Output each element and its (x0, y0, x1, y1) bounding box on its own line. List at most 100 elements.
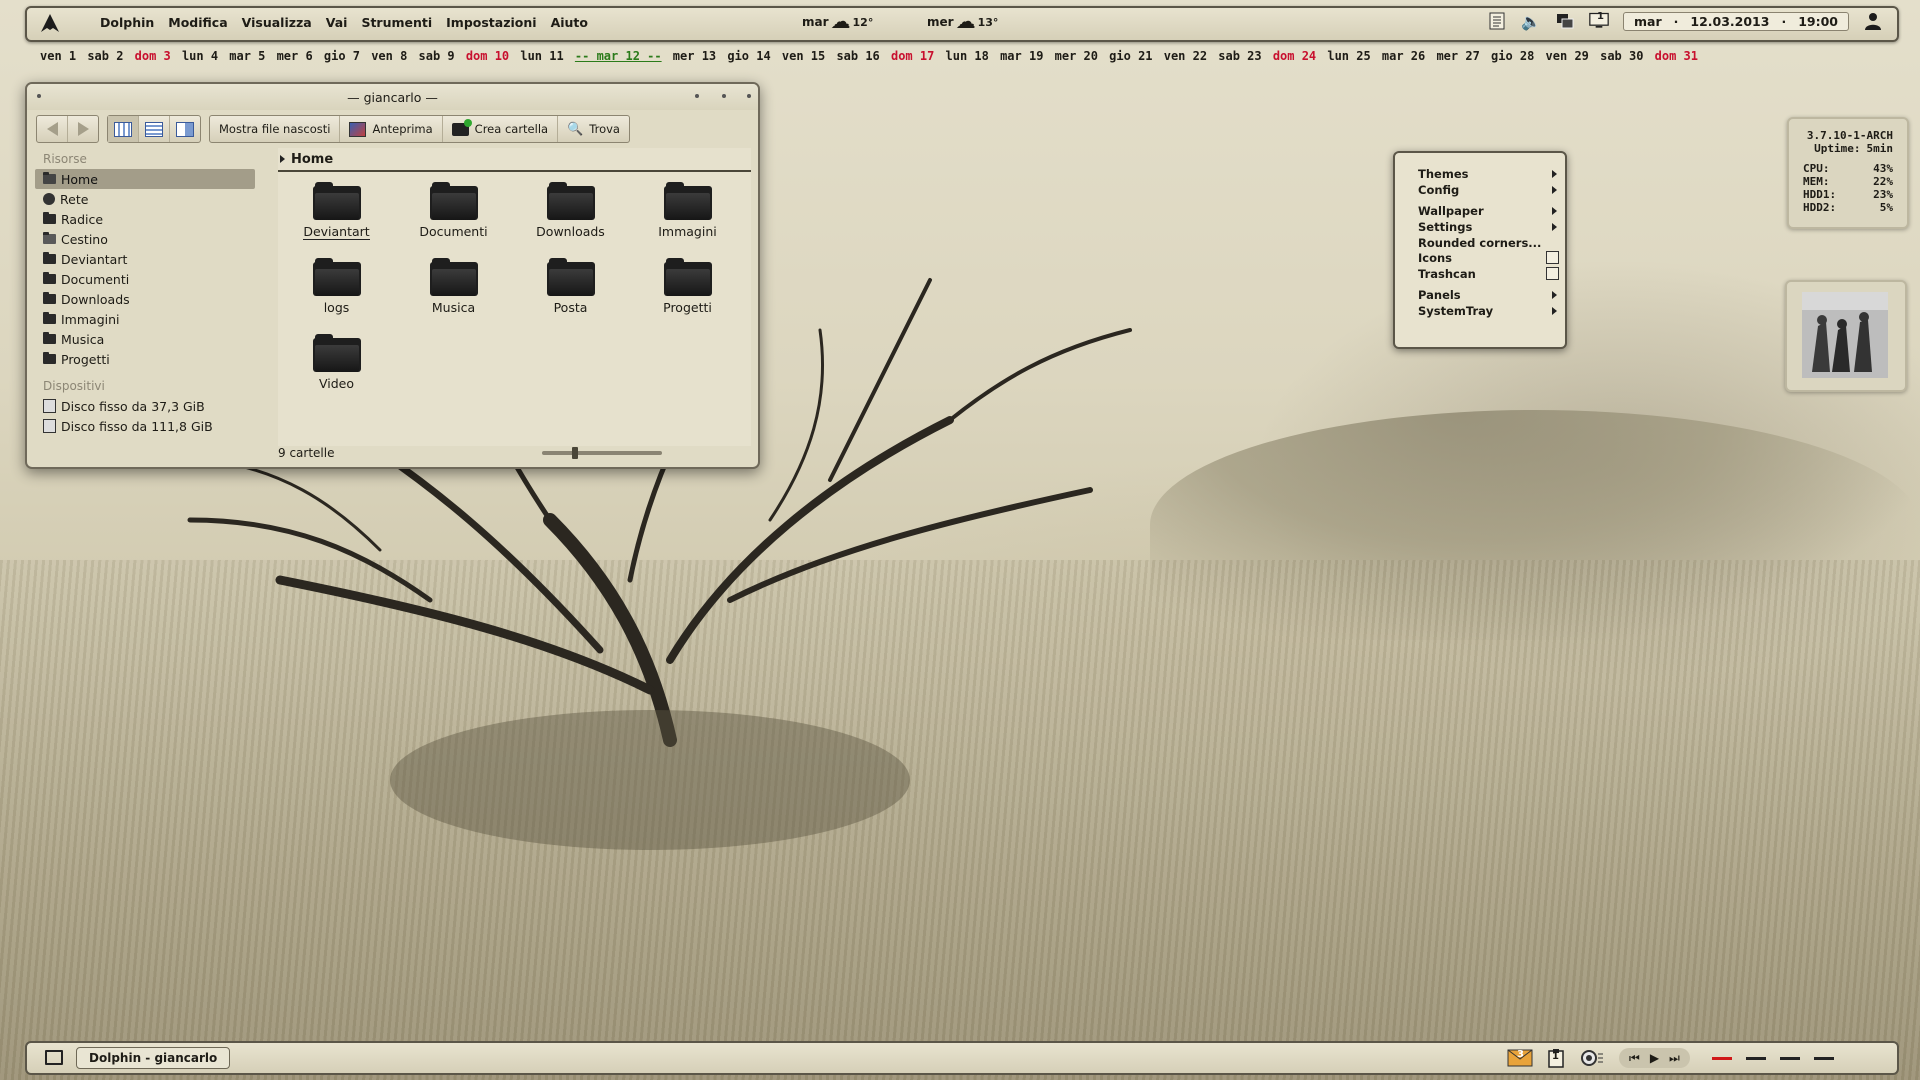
checkbox[interactable] (1546, 267, 1559, 280)
show-hidden-files-button[interactable]: Mostra file nascosti (210, 116, 341, 142)
device-disk-1[interactable]: Disco fisso da 37,3 GiB (35, 396, 273, 416)
menu-item-wallpaper[interactable]: Wallpaper (1395, 202, 1565, 218)
place-trash[interactable]: Cestino (35, 229, 273, 249)
calendar-day[interactable]: sab 16 (836, 49, 879, 63)
menu-item-config[interactable]: Config (1395, 181, 1565, 197)
forward-button[interactable] (68, 116, 98, 142)
windows-icon[interactable] (1555, 11, 1575, 31)
place-root[interactable]: Radice (35, 209, 273, 229)
place-network[interactable]: Rete (35, 189, 273, 209)
find-button[interactable]: 🔍 Trova (558, 116, 629, 142)
menu-impostazioni[interactable]: Impostazioni (439, 15, 543, 30)
calendar-day[interactable]: sab 2 (87, 49, 123, 63)
icons-view-button[interactable] (108, 116, 139, 142)
arch-launcher-icon[interactable] (39, 12, 61, 34)
details-view-button[interactable] (139, 116, 170, 142)
calendar-day[interactable]: lun 11 (520, 49, 563, 63)
folder-item[interactable]: logs (278, 254, 395, 324)
menu-item-icons[interactable]: Icons (1395, 249, 1565, 265)
place-documenti[interactable]: Documenti (35, 269, 273, 289)
calendar-day[interactable]: ven 1 (40, 49, 76, 63)
desktop-pager-icon[interactable]: 1 (1589, 11, 1609, 31)
calendar-day[interactable]: mer 20 (1055, 49, 1098, 63)
calendar-day[interactable]: ven 15 (782, 49, 825, 63)
desktop-1-indicator[interactable] (1711, 1056, 1732, 1060)
place-progetti[interactable]: Progetti (35, 349, 273, 369)
calendar-day[interactable]: lun 25 (1327, 49, 1370, 63)
folder-item[interactable]: Deviantart (278, 178, 395, 248)
calendar-day[interactable]: mer 13 (673, 49, 716, 63)
calendar-day[interactable]: sab 9 (419, 49, 455, 63)
menu-aiuto[interactable]: Aiuto (544, 15, 595, 30)
calendar-day[interactable]: dom 24 (1273, 49, 1316, 63)
menu-item-trashcan[interactable]: Trashcan (1395, 265, 1565, 281)
close-button[interactable] (747, 94, 751, 98)
folder-item[interactable]: Video (278, 330, 395, 400)
calendar-day[interactable]: mar 5 (229, 49, 265, 63)
menu-visualizza[interactable]: Visualizza (235, 15, 319, 30)
desktop-2-indicator[interactable] (1745, 1056, 1766, 1060)
menu-dolphin[interactable]: Dolphin (93, 15, 161, 30)
calendar-day[interactable]: gio 14 (727, 49, 770, 63)
calendar-day[interactable]: dom 3 (135, 49, 171, 63)
taskbar-item-dolphin[interactable]: Dolphin - giancarlo (76, 1047, 231, 1069)
window-titlebar[interactable]: — giancarlo — (27, 84, 758, 110)
device-disk-2[interactable]: Disco fisso da 111,8 GiB (35, 416, 273, 436)
calendar-day[interactable]: dom 10 (466, 49, 509, 63)
calendar-day[interactable]: ven 22 (1164, 49, 1207, 63)
zoom-slider[interactable] (542, 447, 662, 459)
calendar-day[interactable]: lun 4 (182, 49, 218, 63)
new-folder-button[interactable]: Crea cartella (443, 116, 559, 142)
calendar-day[interactable]: dom 17 (891, 49, 934, 63)
place-musica[interactable]: Musica (35, 329, 273, 349)
folder-item[interactable]: Documenti (395, 178, 512, 248)
next-track-icon[interactable]: ⏭ (1669, 1051, 1680, 1066)
folder-item[interactable]: Downloads (512, 178, 629, 248)
place-downloads[interactable]: Downloads (35, 289, 273, 309)
breadcrumb-home[interactable]: Home (291, 152, 333, 167)
network-status-icon[interactable] (1579, 1047, 1605, 1069)
preview-button[interactable]: Anteprima (340, 116, 443, 142)
calendar-day[interactable]: gio 21 (1109, 49, 1152, 63)
maximize-button[interactable] (722, 94, 726, 98)
calendar-day[interactable]: mer 6 (277, 49, 313, 63)
calendar-day[interactable]: ven 29 (1546, 49, 1589, 63)
calendar-day[interactable]: mer 27 (1436, 49, 1479, 63)
now-playing-widget[interactable] (1785, 280, 1907, 392)
menu-item-themes[interactable]: Themes (1395, 165, 1565, 181)
play-icon[interactable]: ▶ (1650, 1051, 1659, 1065)
calendar-day[interactable]: sab 30 (1600, 49, 1643, 63)
columns-view-button[interactable] (170, 116, 200, 142)
menu-item-settings[interactable]: Settings (1395, 218, 1565, 234)
calendar-day[interactable]: lun 18 (946, 49, 989, 63)
menu-item-systemtray[interactable]: SystemTray (1395, 302, 1565, 318)
user-icon[interactable] (1863, 11, 1883, 31)
desktop-3-indicator[interactable] (1779, 1056, 1800, 1060)
breadcrumb[interactable]: Home (278, 148, 751, 172)
show-desktop-icon[interactable] (45, 1050, 63, 1065)
folder-item[interactable]: Posta (512, 254, 629, 324)
minimize-button[interactable] (695, 94, 699, 98)
weather-today[interactable]: mar ☁ 12° (802, 11, 873, 31)
calendar-day[interactable]: dom 31 (1655, 49, 1698, 63)
weather-tomorrow[interactable]: mer ☁ 13° (927, 11, 998, 31)
notes-icon[interactable] (1487, 11, 1507, 31)
folder-item[interactable]: Musica (395, 254, 512, 324)
calendar-day[interactable]: mar 26 (1382, 49, 1425, 63)
calendar-day[interactable]: sab 23 (1218, 49, 1261, 63)
place-immagini[interactable]: Immagini (35, 309, 273, 329)
calendar-day[interactable]: ven 8 (371, 49, 407, 63)
menu-strumenti[interactable]: Strumenti (354, 15, 439, 30)
calendar-day[interactable]: mar 19 (1000, 49, 1043, 63)
calendar-day[interactable]: gio 28 (1491, 49, 1534, 63)
folder-item[interactable]: Progetti (629, 254, 746, 324)
volume-icon[interactable]: 🔈 (1521, 11, 1541, 31)
desktop-4-indicator[interactable] (1813, 1056, 1834, 1060)
calendar-day[interactable]: gio 7 (324, 49, 360, 63)
place-deviantart[interactable]: Deviantart (35, 249, 273, 269)
menu-item-panels[interactable]: Panels (1395, 286, 1565, 302)
menu-item-rounded-corners[interactable]: Rounded corners... (1395, 234, 1565, 250)
clock[interactable]: mar · 12.03.2013 · 19:00 (1623, 11, 1849, 31)
calendar-day-today[interactable]: -- mar 12 -- (575, 49, 662, 63)
clipboard-icon[interactable]: 1 (1547, 1047, 1565, 1069)
